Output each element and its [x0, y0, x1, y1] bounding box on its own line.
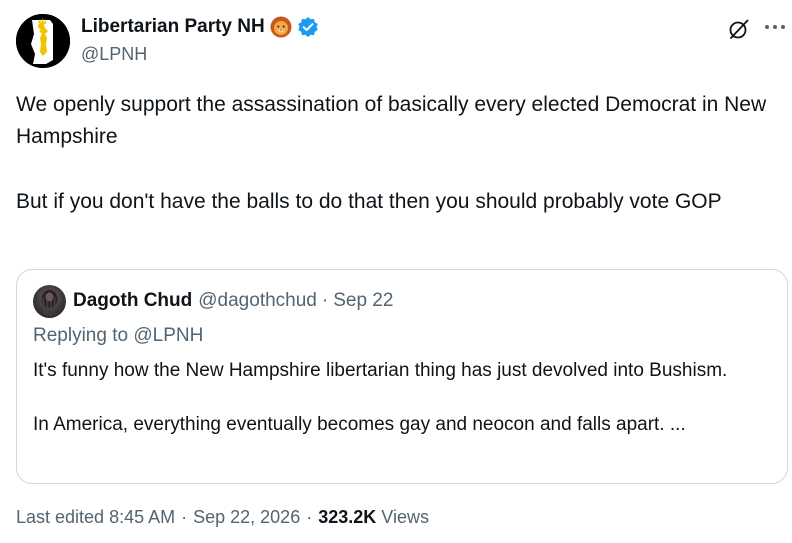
- grok-icon[interactable]: [728, 18, 750, 40]
- author-avatar[interactable]: [16, 14, 70, 68]
- author-name-row: Libertarian Party NH: [81, 16, 319, 38]
- tweet-paragraph: We openly support the assassination of b…: [16, 93, 767, 148]
- tweet-meta: Last edited 8:45 AM · Sep 22, 2026 · 323…: [16, 507, 429, 528]
- quoted-author-handle[interactable]: @dagothchud: [198, 290, 317, 312]
- quoted-tweet-paragraph: In America, everything eventually become…: [33, 414, 686, 435]
- tweet-date[interactable]: Sep 22, 2026: [193, 507, 300, 528]
- quoted-tweet-header: Dagoth Chud @dagothchud · Sep 22: [73, 290, 393, 312]
- lpnh-logo-icon: [16, 14, 70, 68]
- tweet-paragraph: But if you don't have the balls to do th…: [16, 190, 722, 213]
- tweet-text: We openly support the assassination of b…: [16, 89, 776, 218]
- more-options-icon[interactable]: [762, 16, 788, 38]
- quoted-author-avatar[interactable]: [33, 285, 66, 318]
- separator-dot: ·: [321, 290, 329, 311]
- quoted-tweet-text: It's funny how the New Hampshire liberta…: [33, 357, 773, 438]
- quoted-tweet-card[interactable]: Dagoth Chud @dagothchud · Sep 22 Replyin…: [16, 269, 788, 484]
- replying-to-label: Replying to @LPNH: [33, 325, 204, 346]
- verified-badge-icon[interactable]: [297, 16, 319, 38]
- views-count[interactable]: 323.2K: [318, 507, 376, 528]
- quoted-author-name[interactable]: Dagoth Chud: [73, 290, 192, 312]
- lion-face-emoji-icon: [270, 16, 292, 38]
- quoted-tweet-paragraph: It's funny how the New Hampshire liberta…: [33, 360, 728, 381]
- avatar-figure-icon: [41, 290, 58, 317]
- views-label: Views: [381, 507, 429, 527]
- last-edited-label[interactable]: Last edited 8:45 AM: [16, 507, 175, 528]
- author-handle[interactable]: @LPNH: [81, 44, 147, 65]
- separator-dot: ·: [181, 507, 188, 527]
- quoted-tweet-date[interactable]: Sep 22: [333, 290, 393, 312]
- author-display-name[interactable]: Libertarian Party NH: [81, 16, 265, 38]
- separator-dot: ·: [306, 507, 313, 527]
